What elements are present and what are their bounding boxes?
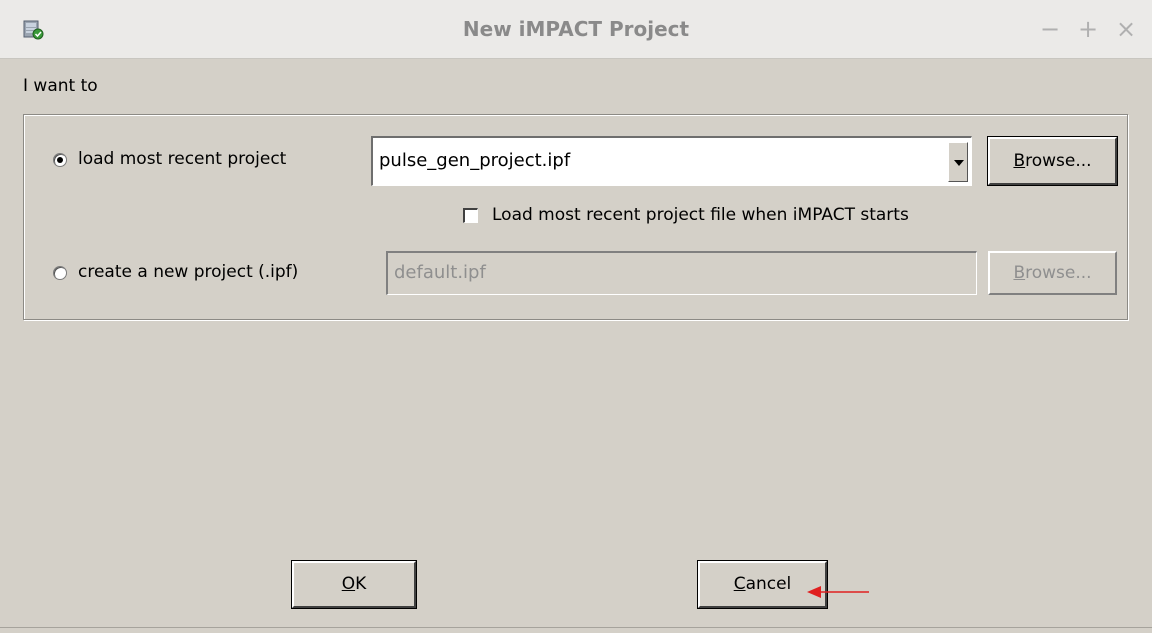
browse-mnemonic: B: [1013, 151, 1026, 171]
maximize-button[interactable]: +: [1076, 14, 1100, 44]
autoload-checkbox[interactable]: [463, 208, 478, 223]
browse-mnemonic: B: [1013, 263, 1026, 283]
autoload-label[interactable]: Load most recent project file when iMPAC…: [492, 205, 909, 225]
divider: [0, 627, 1152, 628]
load-recent-radio[interactable]: [53, 153, 67, 167]
recent-project-value: pulse_gen_project.ipf: [379, 150, 571, 171]
ok-label-rest: K: [355, 574, 367, 594]
ok-button[interactable]: OK: [292, 561, 416, 608]
load-recent-label[interactable]: load most recent project: [78, 149, 286, 169]
prompt-label: I want to: [23, 76, 98, 96]
ok-mnemonic: O: [341, 574, 356, 594]
minimize-button[interactable]: −: [1038, 14, 1062, 44]
title-bar: New iMPACT Project − + ×: [0, 0, 1152, 59]
browse-button-new: Browse...: [988, 251, 1117, 295]
browse-label-rest: rowse...: [1025, 263, 1092, 283]
browse-label-rest: rowse...: [1025, 151, 1092, 171]
chevron-down-icon[interactable]: [948, 142, 968, 182]
browse-button-recent[interactable]: Browse...: [988, 137, 1117, 185]
close-button[interactable]: ×: [1114, 14, 1138, 44]
create-new-label[interactable]: create a new project (.ipf): [78, 262, 298, 282]
cancel-mnemonic: C: [733, 574, 746, 594]
red-arrow-icon: [807, 586, 869, 598]
create-new-radio[interactable]: [53, 266, 67, 280]
window-title: New iMPACT Project: [462, 17, 690, 41]
new-project-field: default.ipf: [386, 251, 977, 295]
cancel-label-rest: ancel: [745, 574, 792, 594]
recent-project-combo[interactable]: pulse_gen_project.ipf: [371, 136, 972, 186]
new-project-value: default.ipf: [394, 262, 486, 283]
